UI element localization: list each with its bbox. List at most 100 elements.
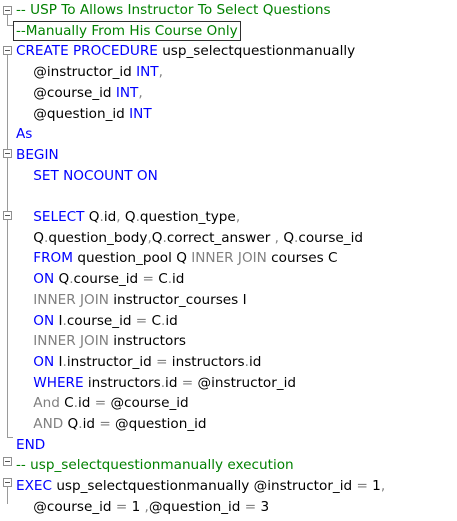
code-token: INNER JOIN	[16, 291, 114, 308]
code-line[interactable]: -- usp_selectquestionmanually execution	[16, 455, 294, 475]
code-token: question_body	[48, 229, 148, 246]
code-line[interactable]: ON Q.course_id = C.id	[16, 269, 184, 289]
code-token: And	[16, 395, 65, 412]
code-token: @instructor_id	[253, 478, 357, 495]
code-token: =	[94, 395, 111, 412]
code-token: @course_id	[16, 498, 116, 515]
code-line[interactable]: WHERE instructors.id = @instructor_id	[16, 373, 296, 393]
code-line[interactable]: @instructor_id INT,	[16, 62, 163, 82]
code-token: correct_answer	[166, 229, 275, 246]
outline-gutter	[0, 0, 14, 521]
code-token: INT	[115, 84, 139, 101]
code-token: =	[99, 416, 116, 432]
code-token: Q	[16, 229, 44, 246]
code-token: id	[172, 271, 185, 288]
code-line[interactable]: CREATE PROCEDURE usp_selectquestionmanua…	[16, 41, 355, 61]
code-line[interactable]: SET NOCOUNT ON	[16, 166, 158, 186]
code-token: FROM	[16, 250, 78, 267]
code-token: Q	[124, 209, 136, 225]
code-token: Q	[58, 271, 70, 288]
code-line[interactable]: AND Q.id = @question_id	[16, 414, 207, 434]
code-token: SELECT	[16, 209, 89, 225]
code-token: ,	[380, 478, 386, 495]
code-token: ON	[16, 271, 59, 288]
code-line[interactable]: END	[16, 435, 45, 455]
code-line[interactable]: INNER JOIN instructor_courses I	[16, 290, 247, 310]
fold-toggle-usp-comment[interactable]	[3, 457, 12, 466]
code-token: @question_id	[115, 416, 207, 432]
fold-toggle-comment[interactable]	[3, 6, 12, 15]
code-token: =	[156, 353, 172, 370]
code-line[interactable]: INNER JOIN instructors	[16, 331, 186, 351]
code-line[interactable]: Q.question_body,Q.correct_answer , Q.cou…	[16, 228, 363, 248]
code-token: C	[64, 395, 74, 412]
code-line[interactable]: ON I.instructor_id = instructors.id	[16, 352, 261, 372]
code-line[interactable]: And C.id = @course_id	[16, 393, 188, 413]
code-token: ,	[274, 229, 284, 246]
code-token: instructors	[171, 353, 245, 370]
code-token: Q	[283, 229, 295, 246]
code-token: As	[16, 126, 33, 143]
code-token: 1	[131, 498, 145, 515]
code-token: instructor_courses I	[113, 291, 247, 308]
code-token: ON	[16, 353, 59, 370]
code-token: Q	[151, 229, 163, 246]
code-token: instructors	[87, 374, 161, 391]
code-token: ON	[16, 312, 59, 329]
code-token: instructors	[113, 333, 187, 350]
code-token: id	[248, 353, 262, 370]
code-line[interactable]: @course_id INT,	[16, 83, 143, 103]
code-token: Q	[67, 416, 79, 432]
code-token: ,	[158, 64, 163, 81]
code-token: id	[103, 209, 117, 225]
code-line[interactable]: As	[16, 124, 32, 144]
code-token: question_type	[139, 209, 236, 225]
code-token: AND	[16, 416, 68, 432]
code-token: id	[77, 395, 95, 412]
code-line[interactable]: @question_id INT	[16, 104, 151, 124]
code-token: course_id	[298, 229, 363, 246]
code-token: courses C	[271, 250, 338, 267]
code-token: =	[142, 271, 159, 288]
fold-toggle-select[interactable]	[3, 211, 12, 220]
code-token: INNER JOIN	[16, 333, 114, 350]
code-line[interactable]: SELECT Q.id, Q.question_type,	[16, 207, 240, 227]
code-token: id	[82, 416, 100, 432]
fold-toggle-exec[interactable]	[3, 478, 12, 487]
code-token: @question_id	[16, 105, 130, 122]
fold-toggle-begin[interactable]	[3, 149, 12, 158]
code-line[interactable]: -- USP To Allows Instructor To Select Qu…	[16, 0, 331, 20]
code-token: instructor_id	[66, 353, 157, 370]
code-token: END	[16, 436, 46, 453]
code-token: usp_selectquestionmanually	[162, 43, 356, 60]
code-line[interactable]: FROM question_pool Q INNER JOIN courses …	[16, 248, 338, 268]
code-token: @instructor_id	[16, 64, 137, 81]
code-token: INT	[136, 64, 159, 81]
code-line[interactable]: @course_id = 1 ,@question_id = 3	[16, 497, 269, 517]
code-token: 3	[260, 498, 270, 515]
code-token: ,	[116, 209, 125, 225]
code-token: SET NOCOUNT ON	[16, 167, 158, 184]
code-token: ,	[138, 84, 143, 101]
code-token: question_pool Q	[77, 250, 192, 267]
code-token: EXEC	[16, 478, 57, 495]
code-line[interactable]: --Manually From His Course Only	[13, 20, 241, 41]
code-token: --Manually From His Course Only	[13, 20, 241, 41]
code-line[interactable]: EXEC usp_selectquestionmanually @instruc…	[16, 476, 385, 496]
code-token: @course_id	[16, 84, 116, 101]
code-token: Q	[88, 209, 100, 225]
code-line[interactable]: BEGIN	[16, 145, 59, 165]
fold-toggle-procedure[interactable]	[3, 46, 12, 55]
code-token: =	[135, 312, 152, 329]
code-token: usp_selectquestionmanually	[56, 478, 254, 495]
code-token: @instructor_id	[197, 374, 297, 391]
code-line[interactable]: ON I.course_id = C.id	[16, 311, 177, 331]
code-token: course_id	[66, 312, 136, 329]
code-token: C	[158, 271, 168, 288]
code-token: 1	[372, 478, 381, 495]
sql-code-editor[interactable]: -- USP To Allows Instructor To Select Qu…	[0, 0, 457, 521]
code-token: =	[115, 498, 132, 515]
code-token: id	[165, 374, 182, 391]
code-token: -- usp_selectquestionmanually execution	[16, 457, 294, 474]
code-token: BEGIN	[16, 146, 59, 163]
